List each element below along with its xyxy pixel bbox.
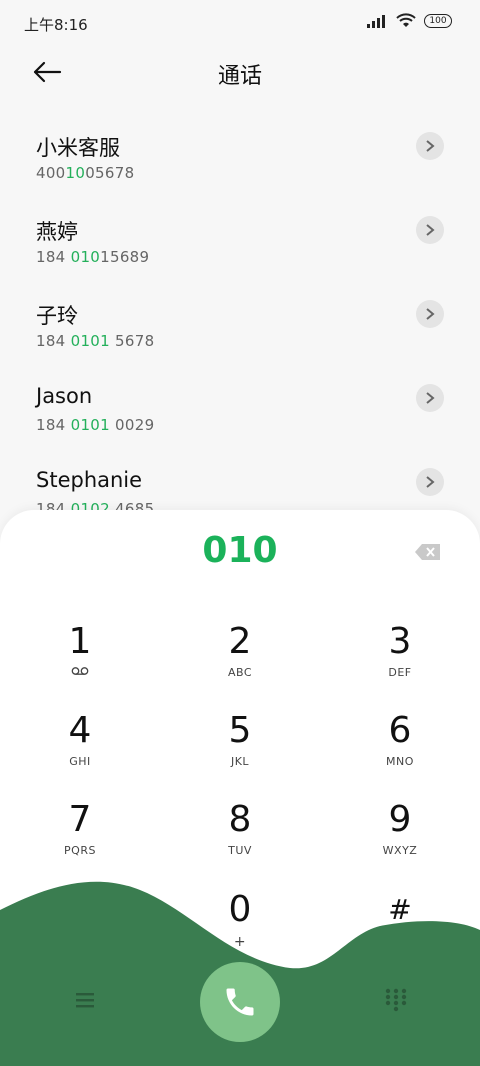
dialer-actions: [0, 960, 480, 1050]
phone-icon: [226, 988, 254, 1016]
bottom-wave: [0, 881, 480, 1066]
call-button[interactable]: [200, 962, 280, 1042]
dialpad-icon[interactable]: [382, 986, 410, 1014]
menu-icon[interactable]: [70, 988, 100, 1012]
